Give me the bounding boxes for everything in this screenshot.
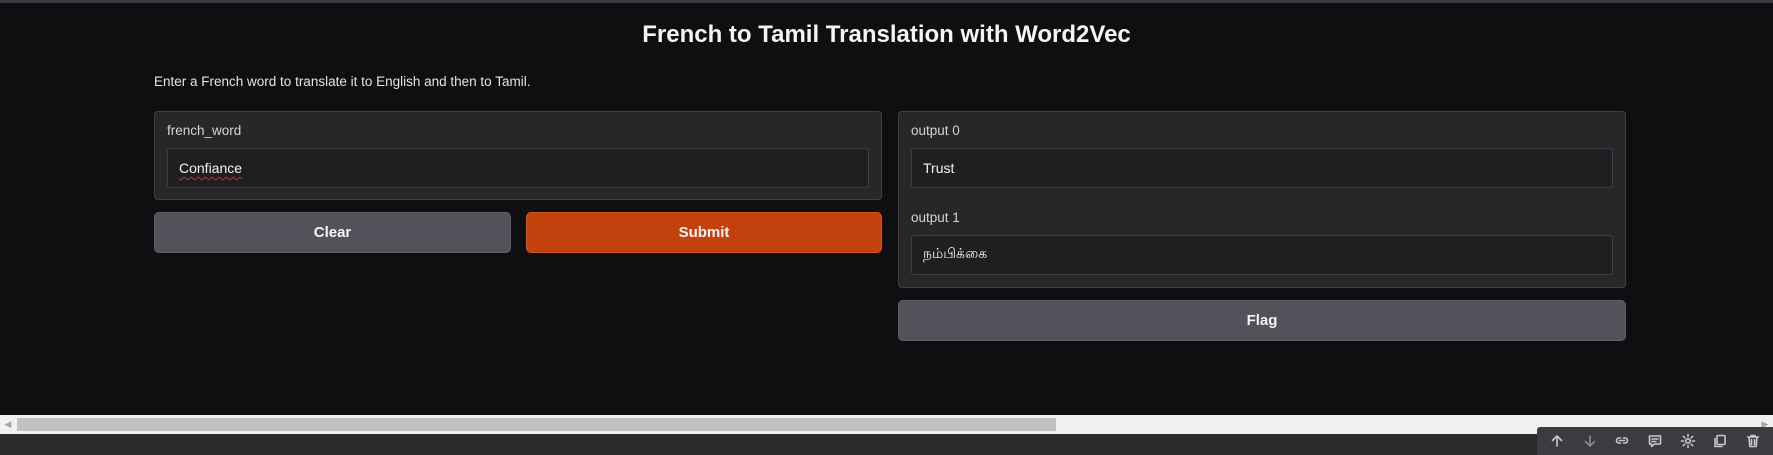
- scrollbar-thumb[interactable]: [17, 418, 1056, 431]
- link-icon[interactable]: [1611, 430, 1633, 452]
- floating-toolbar: [1537, 427, 1773, 455]
- trash-icon[interactable]: [1742, 430, 1764, 452]
- input-panel: french_word Confiance: [154, 111, 882, 200]
- output-0-value: Trust: [923, 160, 955, 176]
- submit-button[interactable]: Submit: [526, 212, 882, 253]
- french-word-label: french_word: [167, 123, 242, 138]
- clear-button[interactable]: Clear: [154, 212, 511, 253]
- copy-icon[interactable]: [1709, 430, 1731, 452]
- output-1-field[interactable]: நம்பிக்கை: [911, 235, 1613, 275]
- gear-icon[interactable]: [1677, 430, 1699, 452]
- horizontal-scrollbar[interactable]: ◀ ▶: [0, 415, 1773, 434]
- output-0-field[interactable]: Trust: [911, 148, 1613, 188]
- french-word-input[interactable]: Confiance: [167, 148, 869, 188]
- output-panel: output 0 Trust output 1 நம்பிக்கை: [898, 111, 1626, 288]
- scroll-left-arrow-icon[interactable]: ◀: [0, 415, 16, 434]
- page-title: French to Tamil Translation with Word2Ve…: [642, 21, 1131, 48]
- page-description: Enter a French word to translate it to E…: [154, 74, 531, 89]
- output-1-value: நம்பிக்கை: [923, 246, 988, 262]
- bottom-bar: [0, 434, 1773, 455]
- output-0-label: output 0: [911, 123, 960, 138]
- app-container: French to Tamil Translation with Word2Ve…: [0, 3, 1773, 415]
- output-1-label: output 1: [911, 210, 960, 225]
- flag-button[interactable]: Flag: [898, 300, 1626, 341]
- comment-icon[interactable]: [1644, 430, 1666, 452]
- french-word-value: Confiance: [179, 160, 243, 176]
- arrow-down-icon[interactable]: [1579, 430, 1601, 452]
- arrow-up-icon[interactable]: [1546, 430, 1568, 452]
